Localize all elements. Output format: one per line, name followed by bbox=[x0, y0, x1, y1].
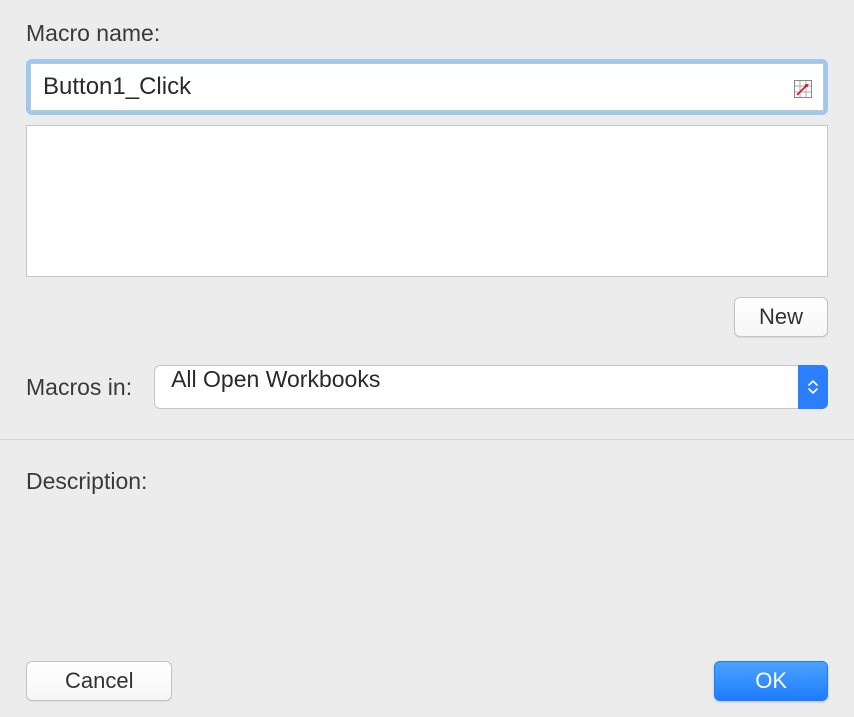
macro-name-input[interactable] bbox=[30, 63, 824, 111]
new-button[interactable]: New bbox=[734, 297, 828, 337]
macro-name-field-focus-ring bbox=[26, 59, 828, 115]
ok-button[interactable]: OK bbox=[714, 661, 828, 701]
cancel-button[interactable]: Cancel bbox=[26, 661, 172, 701]
macros-in-select[interactable]: All Open Workbooks bbox=[154, 365, 828, 409]
macro-list[interactable] bbox=[26, 125, 828, 277]
macros-in-label: Macros in: bbox=[26, 374, 132, 401]
divider bbox=[0, 439, 854, 440]
macro-name-label: Macro name: bbox=[26, 20, 828, 47]
description-label: Description: bbox=[26, 468, 828, 495]
